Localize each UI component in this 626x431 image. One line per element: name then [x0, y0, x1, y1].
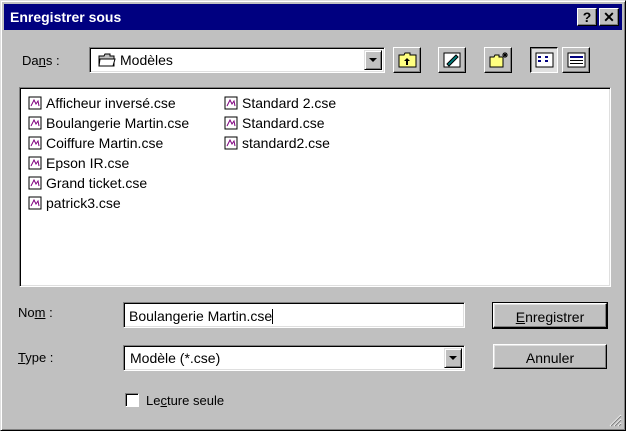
cse-file-icon — [224, 136, 238, 153]
file-name-label: Nom : — [18, 305, 53, 320]
file-column-1: Afficheur inversé.cse Boulangerie Martin… — [28, 94, 224, 214]
file-item[interactable]: Standard 2.cse — [224, 94, 384, 114]
read-only-checkbox[interactable] — [125, 393, 139, 407]
details-view-button[interactable] — [562, 47, 590, 73]
file-item[interactable]: standard2.cse — [224, 134, 384, 154]
close-button[interactable]: ✕ — [599, 8, 619, 26]
new-folder-button[interactable] — [484, 47, 512, 73]
cse-file-icon — [224, 96, 238, 113]
file-column-2: Standard 2.cse Standard.cse standard2.cs… — [224, 94, 384, 154]
file-item[interactable]: Epson IR.cse — [28, 154, 224, 174]
file-item[interactable]: Coiffure Martin.cse — [28, 134, 224, 154]
cse-file-icon — [28, 116, 42, 133]
window-title: Enregistrer sous — [10, 9, 122, 25]
file-type-label: Type : — [18, 350, 54, 365]
file-list[interactable]: Afficheur inversé.cse Boulangerie Martin… — [19, 87, 611, 287]
save-as-dialog: Enregistrer sous ? ✕ Dans : Modèles Affi… — [0, 0, 626, 431]
save-button[interactable]: Enregistrer — [492, 302, 608, 329]
help-button[interactable]: ? — [577, 8, 597, 26]
file-item[interactable]: patrick3.cse — [28, 194, 224, 214]
file-name-value: Boulangerie Martin.cse — [129, 308, 273, 324]
cse-file-icon — [224, 116, 238, 133]
file-type-dropdown-button[interactable] — [444, 348, 462, 368]
cse-file-icon — [28, 136, 42, 153]
text-caret — [272, 309, 274, 324]
file-type-value: Modèle (*.cse) — [130, 350, 221, 366]
cse-file-icon — [28, 196, 42, 213]
look-in-combo[interactable]: Modèles — [89, 47, 385, 73]
up-folder-button[interactable] — [393, 47, 421, 73]
title-bar: Enregistrer sous ? ✕ — [4, 4, 622, 30]
file-type-combo[interactable]: Modèle (*.cse) — [123, 345, 465, 371]
folder-icon — [98, 53, 116, 70]
cancel-button[interactable]: Annuler — [493, 344, 607, 369]
read-only-label: Lecture seule — [146, 393, 225, 408]
list-view-button[interactable] — [530, 47, 558, 73]
cse-file-icon — [28, 176, 42, 193]
cse-file-icon — [28, 156, 42, 173]
look-in-dropdown-button[interactable] — [364, 50, 382, 70]
look-in-label: Dans : — [22, 53, 60, 68]
file-item[interactable]: Afficheur inversé.cse — [28, 94, 224, 114]
cse-file-icon — [28, 96, 42, 113]
file-item[interactable]: Grand ticket.cse — [28, 174, 224, 194]
resize-grip[interactable] — [608, 413, 622, 427]
look-in-value: Modèles — [120, 52, 173, 68]
file-item[interactable]: Standard.cse — [224, 114, 384, 134]
file-item[interactable]: Boulangerie Martin.cse — [28, 114, 224, 134]
file-name-input[interactable]: Boulangerie Martin.cse — [123, 302, 465, 328]
desktop-button[interactable] — [438, 47, 466, 73]
